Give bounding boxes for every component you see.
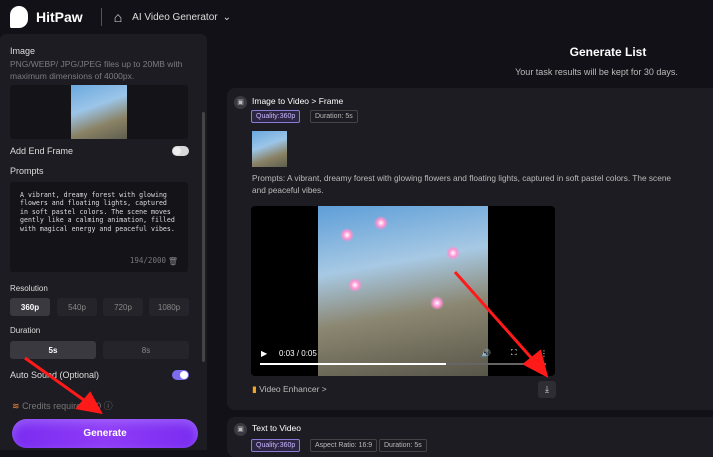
uploaded-image (71, 85, 127, 139)
enhancer-label: Video Enhancer > (259, 384, 327, 394)
chevron-down-icon[interactable]: ⌄ (223, 12, 231, 23)
image-upload-area[interactable] (10, 85, 188, 139)
text-video-icon: ▣ (234, 423, 247, 436)
duration-8s[interactable]: 8s (103, 341, 189, 359)
task-title: Text to Video (252, 423, 301, 433)
play-icon[interactable]: ▶ (261, 349, 267, 358)
auto-sound-label: Auto Sound (Optional) (10, 370, 100, 380)
settings-panel: Image PNG/WEBP/ JPG/JPEG files up to 20M… (0, 34, 207, 450)
video-player[interactable]: ▶ 0:03 / 0:05 🔊 ⛶ ⋮ (251, 206, 555, 376)
credits-required: ≋ Credits required: 40 ⓘ (12, 399, 113, 412)
video-frame (318, 206, 488, 376)
source-thumbnail (252, 131, 287, 167)
aspect-tag: Aspect Ratio: 16:9 (310, 439, 378, 452)
page-subtitle: Your task results will be kept for 30 da… (515, 67, 678, 77)
brand-name: HitPaw (36, 9, 83, 25)
page-title: Generate List (569, 45, 647, 59)
enhancer-icon: ▮ (252, 384, 257, 394)
end-frame-label: Add End Frame (10, 146, 74, 156)
sparkle (374, 216, 388, 230)
help-icon[interactable]: ⓘ (104, 401, 113, 411)
resolution-540p[interactable]: 540p (57, 298, 97, 316)
download-icon: ⤓ (545, 384, 549, 394)
coins-icon: ≋ (12, 401, 20, 411)
image-hint: PNG/WEBP/ JPG/JPEG files up to 20MB with… (10, 59, 183, 81)
video-progress[interactable] (260, 363, 546, 365)
more-options-icon[interactable]: ⋮ (540, 349, 548, 358)
home-icon[interactable]: ⌂ (114, 9, 122, 25)
volume-icon[interactable]: 🔊 (481, 349, 491, 358)
quality-tag: Quality:360p (251, 110, 301, 123)
duration-5s[interactable]: 5s (10, 341, 96, 359)
char-count: 194/2000 (129, 255, 166, 265)
sparkle (430, 296, 444, 310)
duration-tag: Duration: 5s (310, 110, 358, 123)
hitpaw-logo-icon (10, 6, 28, 28)
task-card: ▣ Text to Video Quality:360p Aspect Rati… (227, 417, 713, 457)
top-bar: HitPaw ⌂ AI Video Generator ⌄ (0, 0, 713, 34)
image-video-icon: ▣ (234, 96, 247, 109)
resolution-360p[interactable]: 360p (10, 298, 50, 316)
sparkle (340, 228, 354, 242)
task-prompt-cont: and peaceful vibes. (252, 185, 324, 195)
product-dropdown[interactable]: AI Video Generator (132, 12, 217, 23)
task-prompt: Prompts: A vibrant, dreamy forest with g… (252, 173, 672, 183)
trash-icon[interactable]: 🗑 (168, 257, 178, 266)
download-button[interactable]: ⤓ (538, 381, 556, 398)
generate-button[interactable]: Generate (12, 419, 198, 448)
image-label: Image (10, 46, 36, 56)
video-enhancer-link[interactable]: ▮ Video Enhancer > (252, 384, 327, 395)
resolution-label: Resolution (10, 284, 48, 293)
sparkle (348, 278, 362, 292)
prompts-label: Prompts (10, 166, 44, 176)
fullscreen-icon[interactable]: ⛶ (511, 348, 517, 358)
duration-tag: Duration: 5s (379, 439, 427, 452)
resolution-1080p[interactable]: 1080p (149, 298, 189, 316)
divider (100, 8, 102, 26)
video-progress-fill (260, 363, 446, 365)
credits-text: Credits required: 40 (22, 401, 102, 411)
task-card: ▣ Image to Video > Frame Quality:360p Du… (227, 88, 713, 410)
auto-sound-toggle[interactable] (172, 370, 189, 380)
scrollbar[interactable] (202, 112, 205, 362)
sparkle (446, 246, 460, 260)
duration-label: Duration (10, 326, 41, 335)
video-time: 0:03 / 0:05 (279, 349, 317, 358)
prompt-text: A vibrant, dreamy forest with glowing fl… (20, 191, 175, 233)
quality-tag: Quality:360p (251, 439, 301, 452)
task-title: Image to Video > Frame (252, 96, 344, 106)
end-frame-toggle[interactable] (172, 146, 189, 156)
resolution-720p[interactable]: 720p (103, 298, 143, 316)
prompt-textarea[interactable]: A vibrant, dreamy forest with glowing fl… (10, 182, 188, 272)
